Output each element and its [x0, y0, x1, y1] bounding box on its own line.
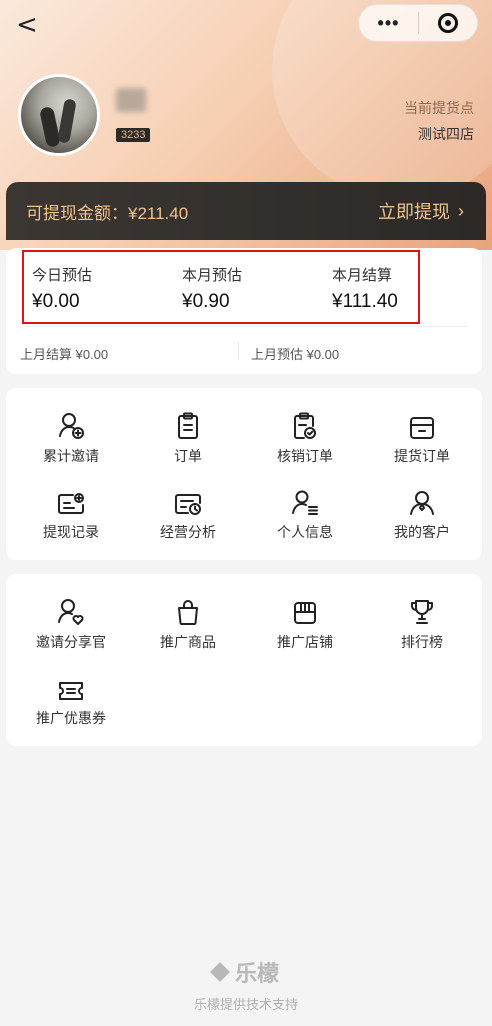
trophy-icon — [367, 592, 477, 626]
clipboard-check-icon — [250, 406, 360, 440]
menu-item-personal-info[interactable]: 个人信息 — [250, 482, 360, 542]
menu-item-label: 订单 — [174, 448, 202, 464]
menu-item-label: 排行榜 — [401, 634, 443, 650]
menu-item-label: 核销订单 — [277, 448, 333, 464]
pickup-point-label: 当前提货点 — [404, 100, 474, 116]
stat-label: 本月结算 — [332, 267, 393, 284]
withdrawable-amount: 可提现金额：¥211.40 — [26, 203, 189, 223]
target-icon — [437, 13, 458, 33]
user-id-badge: 3233 — [116, 128, 151, 142]
shopping-bag-icon — [133, 592, 243, 626]
menu-item-leaderboard[interactable]: 排行榜 — [367, 592, 477, 652]
stat-label: 本月预估 — [182, 267, 243, 284]
analysis-icon — [133, 482, 243, 516]
stat-value: ¥0.90 — [182, 291, 230, 312]
brand-logo: 乐檬 — [0, 956, 492, 988]
menu-item-my-customers[interactable]: 我的客户 — [367, 482, 477, 542]
menu-item-label: 个人信息 — [277, 524, 333, 540]
menu-item-promote-coupons[interactable]: 推广优惠券 — [16, 668, 126, 728]
menu-item-label: 推广优惠券 — [36, 710, 106, 726]
brand-logo-text: 乐檬 — [234, 961, 279, 986]
more-menu-button[interactable]: ••• — [359, 13, 418, 34]
menu-item-label: 提现记录 — [43, 524, 99, 540]
earnings-card: 今日预估 ¥0.00 本月预估 ¥0.90 本月结算 ¥111.40 上月结算 … — [6, 248, 482, 374]
divider — [18, 326, 468, 327]
menu-item-label: 经营分析 — [160, 524, 216, 540]
tech-support-text: 乐檬提供技术支持 — [193, 997, 298, 1012]
stat-month-estimate: 本月预估 ¥0.90 — [182, 264, 242, 313]
pickup-point-name[interactable]: 测试四店 — [418, 124, 474, 144]
stat-month-settled: 本月结算 ¥111.40 — [332, 264, 398, 313]
menu-item-invites[interactable]: 累计邀请 — [16, 406, 126, 466]
menu-item-orders[interactable]: 订单 — [133, 406, 243, 466]
menu-item-verify-orders[interactable]: 核销订单 — [250, 406, 360, 466]
user-add-icon — [16, 406, 126, 440]
menu-item-promote-products[interactable]: 推广商品 — [133, 592, 243, 652]
withdraw-bar: 可提现金额：¥211.40 立即提现 › — [6, 182, 486, 240]
customer-icon — [367, 482, 477, 516]
promotion-menu-card: 邀请分享官 推广商品 推广店铺 排行榜 推广优惠券 — [6, 574, 482, 746]
stat-value: ¥111.40 — [332, 291, 398, 312]
brand-logo-icon — [210, 962, 230, 982]
menu-item-withdraw-records[interactable]: 提现记录 — [16, 482, 126, 542]
menu-item-label: 我的客户 — [394, 524, 450, 540]
coupon-icon — [16, 668, 126, 702]
menu-item-pickup-orders[interactable]: 提货订单 — [367, 406, 477, 466]
function-menu-card: 累计邀请 订单 核销订单 提货订单 提现记录 经营分析 个人信息 我的客户 — [6, 388, 482, 560]
nickname-blurred — [116, 88, 146, 112]
menu-item-promote-store[interactable]: 推广店铺 — [250, 592, 360, 652]
menu-item-label: 推广商品 — [160, 634, 216, 650]
close-program-button[interactable] — [419, 13, 477, 33]
mini-program-capsule: ••• — [358, 4, 478, 42]
clipboard-icon — [133, 406, 243, 440]
menu-item-analysis[interactable]: 经营分析 — [133, 482, 243, 542]
menu-item-label: 累计邀请 — [43, 448, 99, 464]
withdraw-record-icon — [16, 482, 126, 516]
menu-item-label: 推广店铺 — [277, 634, 333, 650]
stat-today-estimate: 今日预估 ¥0.00 — [32, 264, 92, 313]
menu-item-invite-sharer[interactable]: 邀请分享官 — [16, 592, 126, 652]
store-icon — [250, 592, 360, 626]
chevron-right-icon: › — [458, 200, 464, 221]
user-info-icon — [250, 482, 360, 516]
withdraw-now-label: 立即提现 — [378, 202, 450, 222]
withdraw-now-button[interactable]: 立即提现 › — [378, 198, 464, 224]
stat-value: ¥0.00 — [32, 291, 80, 312]
vertical-divider — [238, 342, 239, 360]
avatar[interactable] — [18, 74, 100, 156]
stat-label: 今日预估 — [32, 267, 93, 284]
last-month-settled: 上月结算 ¥0.00 — [20, 347, 109, 362]
box-icon — [367, 406, 477, 440]
menu-item-label: 邀请分享官 — [36, 634, 106, 650]
user-heart-icon — [16, 592, 126, 626]
menu-item-label: 提货订单 — [394, 448, 450, 464]
last-month-estimate: 上月预估 ¥0.00 — [251, 347, 340, 362]
back-button[interactable]: < — [16, 10, 38, 40]
